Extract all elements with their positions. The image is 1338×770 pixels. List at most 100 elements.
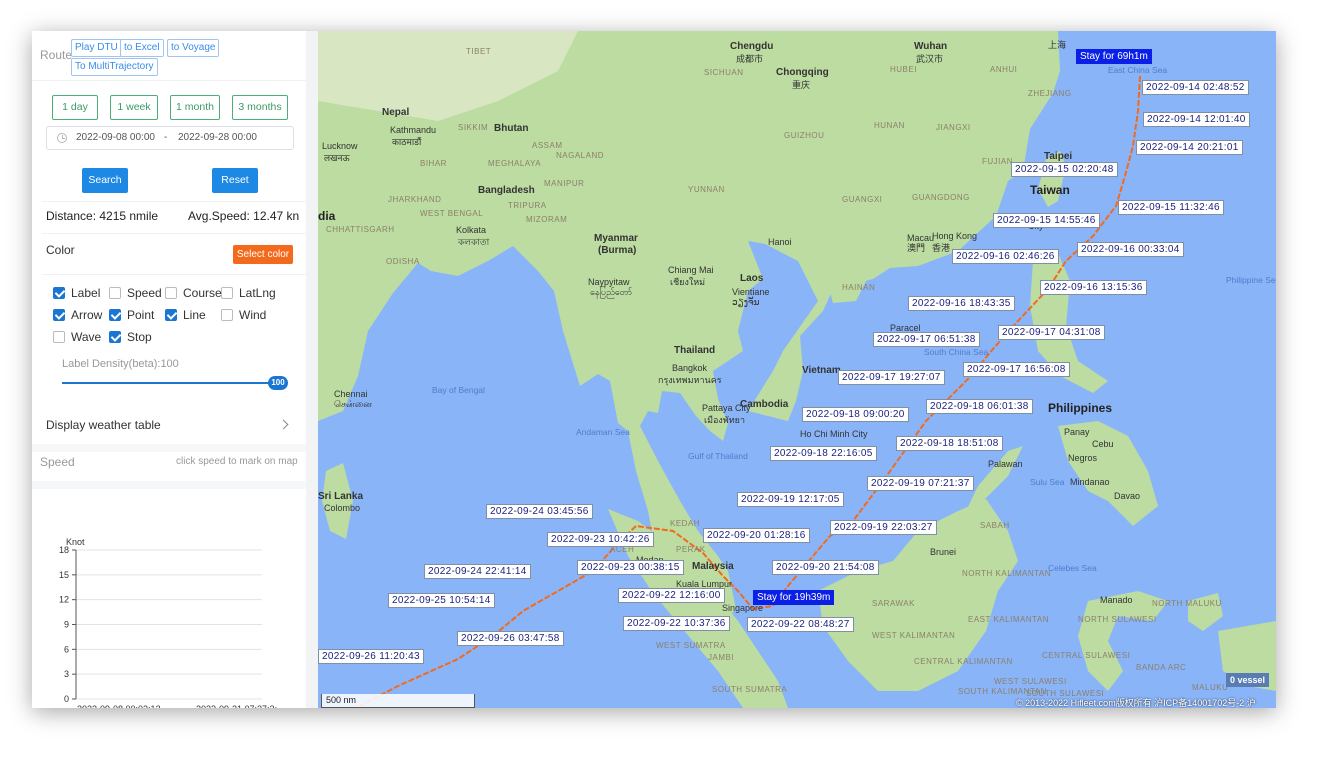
place-label-davao: Davao	[1114, 491, 1141, 501]
place-label-fujian: FUJIAN	[982, 157, 1013, 166]
line-option-label[interactable]: Line	[183, 308, 206, 322]
label-checkbox[interactable]	[53, 287, 65, 299]
line-checkbox[interactable]	[165, 309, 177, 321]
select-color-button[interactable]: Select color	[233, 245, 293, 264]
stay-marker-singapore[interactable]: Stay for 19h39m	[753, 590, 835, 605]
track-time-label[interactable]: 2022-09-18 09:00:20	[802, 407, 909, 422]
play-dtu-button[interactable]: Play DTU	[71, 39, 122, 57]
range-1-week-button[interactable]: 1 week	[110, 95, 158, 120]
map-view[interactable]: TIBET Chengdu 成都市 SICHUAN Chongqing 重庆 Wuhan 武汉…	[318, 31, 1276, 708]
course-option-label[interactable]: Course	[183, 286, 222, 300]
track-time-label[interactable]: 2022-09-19 22:03:27	[830, 520, 937, 535]
track-time-label[interactable]: 2022-09-16 02:46:26	[952, 249, 1059, 264]
arrow-checkbox[interactable]	[53, 309, 65, 321]
range-1-month-button[interactable]: 1 month	[170, 95, 220, 120]
track-time-label[interactable]: 2022-09-14 20:21:01	[1136, 140, 1243, 155]
track-control-panel: Route Play DTU to Excel to Voyage To Mul…	[32, 31, 306, 708]
track-time-label[interactable]: 2022-09-15 02:20:48	[1011, 162, 1118, 177]
y-tick-label: 0	[64, 694, 69, 704]
place-label-sabah: SABAH	[980, 521, 1010, 530]
speed-chart[interactable]: Knot18151296302022-09-08 00:02:132022-09…	[32, 489, 306, 708]
arrow-option-label[interactable]: Arrow	[71, 308, 102, 322]
to-excel-button[interactable]: to Excel	[120, 39, 164, 57]
latlng-option-label[interactable]: LatLng	[239, 286, 276, 300]
track-time-label[interactable]: 2022-09-15 14:55:46	[993, 213, 1100, 228]
track-time-label[interactable]: 2022-09-16 00:33:04	[1077, 242, 1184, 257]
density-slider-handle[interactable]: 100	[268, 376, 288, 390]
track-time-label[interactable]: 2022-09-17 04:31:08	[998, 325, 1105, 340]
place-label-philippine-sea: Philippine Se	[1226, 275, 1276, 285]
track-time-label[interactable]: 2022-09-19 12:17:05	[737, 492, 844, 507]
track-time-label[interactable]: 2022-09-20 21:54:08	[772, 560, 879, 575]
reset-button[interactable]: Reset	[212, 168, 258, 193]
range-1-day-button[interactable]: 1 day	[52, 95, 98, 120]
track-time-label[interactable]: 2022-09-23 10:42:26	[547, 532, 654, 547]
density-slider-track[interactable]	[62, 382, 278, 384]
y-tick-label: 9	[64, 620, 69, 630]
track-time-label[interactable]: 2022-09-22 08:48:27	[747, 617, 854, 632]
track-time-label[interactable]: 2022-09-18 18:51:08	[896, 436, 1003, 451]
track-time-label[interactable]: 2022-09-19 07:21:37	[867, 476, 974, 491]
place-label-taiwan: Taiwan	[1030, 183, 1070, 197]
stay-marker-shanghai[interactable]: Stay for 69h1m	[1076, 49, 1152, 64]
speed-checkbox[interactable]	[109, 287, 121, 299]
place-label-perak: PERAK	[676, 545, 706, 554]
track-time-label[interactable]: 2022-09-20 01:28:16	[703, 528, 810, 543]
track-time-label[interactable]: 2022-09-15 11:32:46	[1118, 200, 1224, 215]
wave-option-label[interactable]: Wave	[71, 330, 101, 344]
speed-option-label[interactable]: Speed	[127, 286, 162, 300]
track-time-label[interactable]: 2022-09-17 19:27:07	[838, 370, 945, 385]
vessel-count-badge[interactable]: 0 vessel	[1226, 673, 1270, 687]
wind-checkbox[interactable]	[221, 309, 233, 321]
stop-checkbox[interactable]	[109, 331, 121, 343]
track-time-label[interactable]: 2022-09-22 12:16:00	[618, 588, 725, 603]
route-label: Route	[40, 48, 73, 62]
label-option-label[interactable]: Label	[71, 286, 100, 300]
place-label-bihar: BIHAR	[420, 159, 447, 168]
speed-section-label: Speed	[40, 455, 75, 469]
place-label-india: dia	[318, 209, 336, 223]
place-label-north-sulawesi: NORTH SULAWESI	[1078, 615, 1157, 624]
track-time-label[interactable]: 2022-09-23 00:38:15	[577, 560, 684, 575]
course-checkbox[interactable]	[165, 287, 177, 299]
stop-option-label[interactable]: Stop	[127, 330, 152, 344]
track-time-label[interactable]: 2022-09-22 10:37:36	[623, 616, 730, 631]
place-label-burma: (Burma)	[598, 245, 637, 256]
to-voyage-button[interactable]: to Voyage	[167, 39, 220, 57]
track-time-label[interactable]: 2022-09-24 03:45:56	[486, 504, 593, 519]
point-option-label[interactable]: Point	[127, 308, 154, 322]
speed-hint: click speed to mark on map	[176, 456, 298, 467]
end-date-value: 2022-09-28 00:00	[178, 132, 257, 143]
date-range-picker[interactable]: 2022-09-08 00:00 - 2022-09-28 00:00	[46, 126, 294, 150]
track-time-label[interactable]: 2022-09-25 10:54:14	[388, 593, 495, 608]
place-label-hongkong-zh: 香港	[932, 243, 951, 253]
wave-checkbox[interactable]	[53, 331, 65, 343]
track-time-label[interactable]: 2022-09-17 06:51:38	[873, 332, 980, 347]
track-time-label[interactable]: 2022-09-16 13:15:36	[1040, 280, 1147, 295]
place-label-hubei: HUBEI	[890, 65, 917, 74]
place-label-lucknow: Lucknow	[322, 141, 358, 151]
to-multitrajectory-button[interactable]: To MultiTrajectory	[71, 58, 158, 76]
track-time-label[interactable]: 2022-09-14 02:48:52	[1142, 80, 1249, 95]
place-label-meghalaya: MEGHALAYA	[488, 159, 542, 168]
track-time-label[interactable]: 2022-09-26 03:47:58	[457, 631, 564, 646]
place-label-west-bengal: WEST BENGAL	[420, 209, 484, 218]
place-label-hunan: HUNAN	[874, 121, 905, 130]
track-time-label[interactable]: 2022-09-16 18:43:35	[908, 296, 1015, 311]
chevron-right-icon[interactable]	[278, 419, 289, 430]
track-time-label[interactable]: 2022-09-17 16:56:08	[963, 362, 1070, 377]
track-time-label[interactable]: 2022-09-24 22:41:14	[424, 564, 531, 579]
wind-option-label[interactable]: Wind	[239, 308, 266, 322]
copyright-text: © 2013-2022 Hifleet.com版权所有 沪ICP备1400170…	[1016, 698, 1256, 708]
track-time-label[interactable]: 2022-09-26 11:20:43	[318, 649, 424, 664]
place-label-nepal: Nepal	[382, 107, 410, 118]
range-3-months-button[interactable]: 3 months	[232, 95, 288, 120]
y-tick-label: 12	[59, 595, 69, 605]
latlng-checkbox[interactable]	[221, 287, 233, 299]
search-button[interactable]: Search	[82, 168, 128, 193]
point-checkbox[interactable]	[109, 309, 121, 321]
weather-table-toggle[interactable]: Display weather table	[46, 418, 161, 432]
track-time-label[interactable]: 2022-09-14 12:01:40	[1143, 112, 1250, 127]
track-time-label[interactable]: 2022-09-18 22:16:05	[770, 446, 877, 461]
track-time-label[interactable]: 2022-09-18 06:01:38	[926, 399, 1033, 414]
